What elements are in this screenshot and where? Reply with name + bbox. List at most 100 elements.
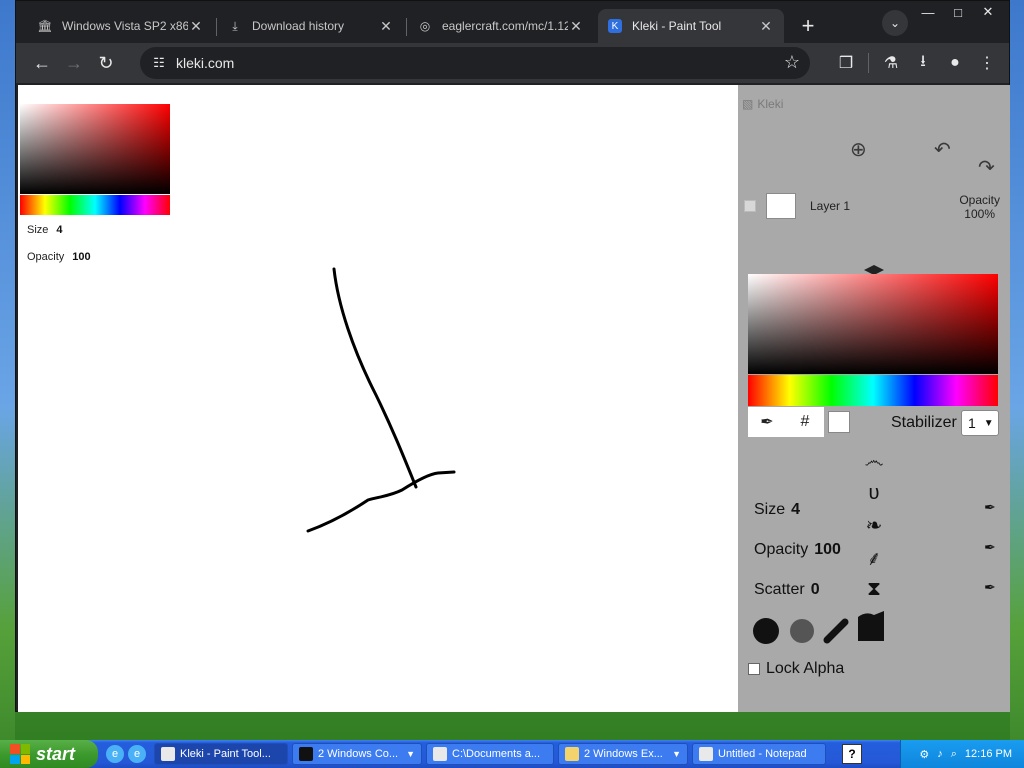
tab-label: Kleki - Paint Tool	[632, 19, 722, 33]
soft-tip-button[interactable]	[788, 617, 816, 645]
internet-explorer-icon[interactable]: e	[106, 745, 124, 763]
texture-tip-button[interactable]	[856, 609, 886, 643]
tool-panel: ▧Kleki ⊕ ↶ ↷ Layer 1 Opacity 100% ✒ # S	[738, 85, 1010, 712]
volume-icon[interactable]: ♪	[937, 748, 943, 760]
lock-alpha-checkbox[interactable]	[748, 663, 760, 675]
kleki-logo-text: Kleki	[757, 97, 784, 111]
eyedropper-button[interactable]: ✒	[748, 407, 786, 437]
help-icon[interactable]: ?	[842, 744, 862, 764]
person-icon: ●	[950, 54, 960, 71]
secondary-color-swatch[interactable]	[828, 411, 850, 433]
layer-thumbnail	[766, 193, 796, 219]
close-icon[interactable]: ✕	[378, 18, 394, 35]
tab-kleki[interactable]: K Kleki - Paint Tool ✕	[598, 9, 784, 43]
taskbar-item-documents[interactable]: C:\Documents a...	[426, 743, 554, 765]
close-window-button[interactable]: ✕	[975, 3, 1001, 21]
opacity-pen-pressure-toggle[interactable]: ✒	[984, 539, 996, 556]
pixel-brush-button[interactable]: ⸙	[862, 545, 886, 570]
taskbar-item-notepad[interactable]: Untitled - Notepad	[692, 743, 826, 765]
lock-alpha-toggle[interactable]: Lock Alpha	[748, 660, 844, 678]
taskbar-item-windows-explorer[interactable]: 2 Windows Ex... ▼	[558, 743, 688, 765]
tab-search-button[interactable]: ⌄	[882, 10, 908, 36]
star-icon[interactable]: ☆	[784, 52, 800, 73]
desktop-background-right	[1010, 0, 1024, 740]
hue-slider-mini[interactable]	[20, 195, 170, 215]
address-bar[interactable]: ☷ kleki.com ☆	[140, 47, 810, 79]
blend-brush-button[interactable]: υ	[862, 481, 886, 505]
size-value: 4	[56, 224, 63, 236]
tab-separator	[216, 18, 217, 36]
back-button[interactable]: ←	[26, 47, 58, 79]
opacity-label: Opacity	[27, 251, 65, 263]
minimize-button[interactable]: —	[915, 3, 941, 21]
windows-flag-icon	[10, 744, 30, 764]
profile-button[interactable]: ●	[939, 47, 971, 79]
taskbar-item-kleki[interactable]: Kleki - Paint Tool...	[154, 743, 288, 765]
scatter-slider[interactable]: Scatter 0	[754, 581, 820, 599]
opacity-label: Opacity	[754, 541, 809, 558]
drawing-canvas[interactable]: Size 4 Opacity 100	[18, 85, 738, 712]
tab-windows-vista[interactable]: 🏛 Windows Vista SP2 x86.i ✕	[28, 9, 217, 43]
layer-visibility-checkbox[interactable]	[744, 200, 756, 212]
site-info-icon[interactable]: ☷	[148, 52, 170, 74]
opacity-indicator: Opacity 100	[27, 251, 91, 263]
tab-bar: 🏛 Windows Vista SP2 x86.i ✕ ⤓ Download h…	[16, 1, 1009, 43]
close-icon[interactable]: ✕	[188, 18, 204, 35]
redo-button[interactable]: ↷	[978, 155, 995, 180]
task-label: 2 Windows Co...	[318, 748, 399, 760]
chevron-down-icon: ▼	[672, 749, 681, 759]
sketchy-brush-button[interactable]: ❧	[862, 513, 886, 537]
window-controls: — □ ✕	[915, 3, 1001, 21]
maximize-button[interactable]: □	[945, 3, 971, 21]
tab-label: Windows Vista SP2 x86.i	[62, 19, 188, 33]
stroke-line	[306, 470, 456, 533]
size-pen-pressure-toggle[interactable]: ✒	[984, 499, 996, 516]
round-tip-button[interactable]	[752, 617, 780, 645]
extensions-button[interactable]: ❒	[830, 47, 862, 79]
quick-launch: e e	[106, 745, 146, 763]
url-text[interactable]: kleki.com	[176, 55, 234, 71]
tab-download-history[interactable]: ⤓ Download history ✕	[218, 9, 407, 43]
forward-button[interactable]: →	[58, 47, 90, 79]
kleki-logo: ▧ Kleki	[742, 97, 783, 111]
downloads-button[interactable]: ⭳	[907, 47, 939, 79]
color-picker-mini[interactable]	[20, 104, 170, 194]
scatter-pen-pressure-toggle[interactable]: ✒	[984, 579, 996, 596]
reload-button[interactable]: ↻	[90, 47, 122, 79]
labs-button[interactable]: ⚗	[875, 47, 907, 79]
stabilizer-select[interactable]: 1 ▼	[961, 410, 999, 436]
puzzle-icon: ❒	[838, 55, 854, 72]
pen-nib-icon: ✒	[984, 539, 996, 555]
plus-circle-icon: ⊕	[850, 139, 867, 161]
tab-eaglercraft[interactable]: ◎ eaglercraft.com/mc/1.12 ✕	[408, 9, 594, 43]
add-layer-button[interactable]: ⊕	[850, 137, 867, 162]
size-indicator: Size 4	[27, 224, 63, 236]
edge-icon[interactable]: e	[128, 745, 146, 763]
hex-input-button[interactable]: #	[786, 407, 824, 437]
menu-button[interactable]: ⋮	[971, 47, 1003, 79]
network-icon[interactable]: ⚙	[919, 748, 929, 761]
start-button[interactable]: start	[0, 740, 98, 768]
soft-tip-icon	[790, 619, 814, 643]
eraser-brush-button[interactable]: ⧗	[862, 577, 886, 601]
lock-alpha-label: Lock Alpha	[766, 660, 845, 677]
arrow-left-icon: ←	[33, 52, 51, 73]
task-label: Untitled - Notepad	[718, 748, 807, 760]
undo-button[interactable]: ↶	[934, 137, 951, 162]
new-tab-button[interactable]: +	[792, 9, 824, 43]
taskbar-item-windows-console[interactable]: 2 Windows Co... ▼	[292, 743, 422, 765]
search-icon[interactable]: ⌕	[951, 748, 957, 761]
close-icon[interactable]: ✕	[568, 18, 584, 35]
system-tray: ⚙ ♪ ⌕ 12:16 PM	[900, 740, 1024, 768]
hourglass-icon: ⧗	[866, 577, 882, 600]
chisel-tip-button[interactable]	[822, 617, 850, 645]
tab-label: eaglercraft.com/mc/1.12	[442, 19, 568, 33]
browser-app-icon	[161, 747, 175, 761]
color-picker[interactable]	[748, 274, 998, 374]
pen-brush-button[interactable]: ෴	[862, 449, 886, 473]
close-icon[interactable]: ✕	[758, 18, 774, 35]
hue-slider[interactable]	[748, 375, 998, 406]
size-slider[interactable]: Size 4	[754, 501, 800, 519]
opacity-slider[interactable]: Opacity 100	[754, 541, 841, 559]
layer-name: Layer 1	[810, 199, 851, 213]
